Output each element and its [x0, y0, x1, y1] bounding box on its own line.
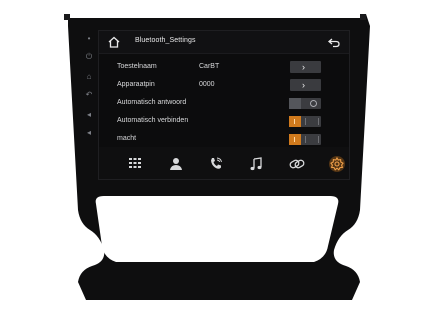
- chevron-right-icon: ›: [302, 62, 305, 72]
- page-title: Bluetooth_Settings: [135, 37, 196, 44]
- back-hard-icon[interactable]: ↶: [84, 90, 94, 100]
- display-screen: Bluetooth_Settings Toestelnaam CarBT › A…: [98, 30, 350, 180]
- title-bar: Bluetooth_Settings: [99, 31, 349, 54]
- setting-label: macht: [117, 135, 137, 142]
- tab-call-log[interactable]: [206, 155, 226, 173]
- toggle-track-lines: [305, 118, 319, 125]
- setting-value: 0000: [199, 81, 215, 88]
- edit-pin-button[interactable]: ›: [290, 79, 321, 91]
- power-toggle[interactable]: [289, 134, 321, 145]
- toggle-knob: [289, 98, 301, 109]
- chevron-right-icon: ›: [302, 80, 305, 90]
- setting-label: Toestelnaam: [117, 63, 157, 70]
- tab-keypad[interactable]: [125, 155, 145, 173]
- mic-icon: •: [87, 34, 91, 43]
- tab-settings[interactable]: [327, 155, 347, 173]
- toggle-track-lines: [305, 136, 319, 143]
- toggle-off-indicator: [310, 100, 317, 107]
- setting-label: Automatisch antwoord: [117, 99, 187, 106]
- tab-contacts[interactable]: [166, 155, 186, 173]
- contacts-icon: [170, 158, 182, 170]
- setting-row-device-name[interactable]: Toestelnaam CarBT ›: [99, 59, 349, 76]
- auto-answer-toggle[interactable]: [289, 98, 321, 109]
- setting-label: Apparaatpin: [117, 81, 155, 88]
- volume-down-icon[interactable]: ◂: [84, 128, 94, 138]
- bottom-tab-bar: [99, 147, 349, 179]
- setting-value: CarBT: [199, 63, 220, 70]
- call-log-icon: [211, 157, 222, 169]
- back-icon: [327, 38, 340, 48]
- setting-row-auto-answer[interactable]: Automatisch antwoord: [99, 95, 349, 112]
- auto-connect-toggle[interactable]: [289, 116, 321, 127]
- home-hard-icon[interactable]: ⌂: [84, 72, 94, 82]
- setting-row-device-pin[interactable]: Apparaatpin 0000 ›: [99, 77, 349, 94]
- toggle-knob: [289, 134, 301, 145]
- home-icon: [108, 36, 120, 48]
- back-button[interactable]: [327, 35, 341, 49]
- music-icon: [250, 157, 262, 171]
- setting-row-auto-connect[interactable]: Automatisch verbinden: [99, 113, 349, 130]
- setting-row-power[interactable]: macht: [99, 131, 349, 148]
- edit-device-name-button[interactable]: ›: [290, 61, 321, 73]
- hardware-button-strip: • ⏻ ⌂ ↶ ◂ ◂: [80, 30, 98, 170]
- volume-up-icon[interactable]: ◂: [84, 110, 94, 120]
- tab-music[interactable]: [246, 155, 266, 173]
- tab-link[interactable]: [287, 155, 307, 173]
- power-icon[interactable]: ⏻: [84, 52, 94, 62]
- keypad-icon: [129, 158, 141, 168]
- settings-icon: [329, 156, 345, 172]
- setting-label: Automatisch verbinden: [117, 117, 189, 124]
- toggle-knob: [289, 116, 301, 127]
- home-button[interactable]: [107, 35, 121, 49]
- link-icon: [289, 159, 305, 169]
